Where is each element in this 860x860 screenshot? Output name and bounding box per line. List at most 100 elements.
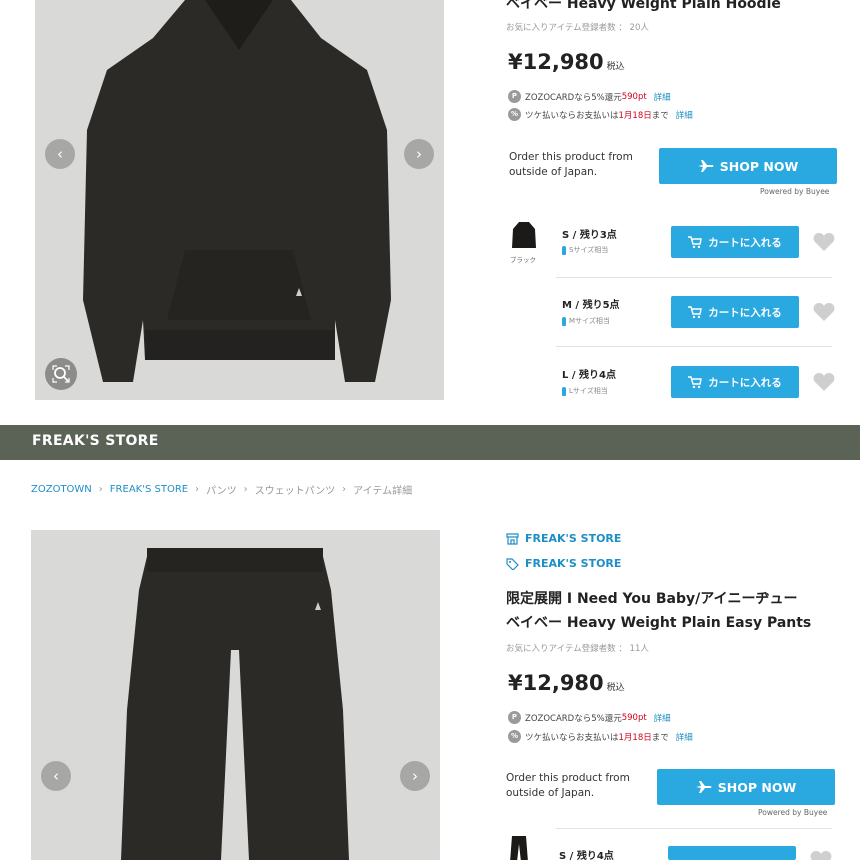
tsuke-promo: % ツケ払いならお支払いは 1月18日 まで 詳細 — [508, 730, 693, 743]
breadcrumb-item[interactable]: スウェットパンツ — [255, 482, 336, 497]
color-thumbnail-black[interactable] — [506, 834, 532, 860]
tsuke-date: 1月18日 — [618, 110, 652, 121]
row-divider — [556, 277, 832, 278]
size-equivalent-s: Sサイズ相当 — [562, 245, 608, 255]
shop-now-button[interactable]: SHOP NOW — [657, 769, 835, 805]
shop-now-button[interactable]: SHOP NOW — [659, 148, 837, 184]
size-label-s: S / 残り4点 — [559, 851, 614, 860]
store-banner[interactable]: FREAK'S STORE — [0, 425, 860, 460]
tax-label: 税込 — [606, 683, 625, 693]
product-image-pants[interactable]: ‹ › — [31, 530, 440, 860]
color-name: ブラック — [510, 256, 536, 264]
size-label-s: S / 残り3点 — [562, 230, 617, 241]
next-image-button[interactable]: › — [400, 761, 430, 791]
tsuke-promo: % ツケ払いならお支払いは 1月18日 まで 詳細 — [508, 108, 693, 121]
add-to-cart-label: カートに入れる — [708, 376, 782, 389]
zoom-button[interactable] — [45, 358, 77, 390]
size-equivalent-text: Lサイズ相当 — [569, 387, 608, 395]
breadcrumb-item[interactable]: FREAK'S STORE — [110, 484, 188, 495]
product-title-line-1: 限定展開 I Need You Baby/アイニーヂュー — [506, 591, 798, 607]
add-to-cart-button-m[interactable]: カートに入れる — [671, 296, 799, 328]
cart-icon — [688, 235, 703, 248]
tsuke-detail-link[interactable]: 詳細 — [676, 731, 693, 743]
previous-image-button[interactable]: ‹ — [41, 761, 71, 791]
cart-icon — [688, 305, 703, 318]
promo-text: ZOZOCARDなら5%還元 — [525, 713, 622, 724]
shop-now-label: SHOP NOW — [719, 158, 799, 174]
price: ¥12,980 税込 — [508, 671, 625, 695]
pants-photo — [121, 548, 349, 860]
row-divider — [556, 346, 832, 347]
brand-name: FREAK'S STORE — [525, 557, 622, 570]
tax-label: 税込 — [606, 62, 625, 72]
store-banner-title: FREAK'S STORE — [32, 433, 159, 449]
tsuke-text: ツケ払いならお支払いは — [525, 110, 619, 121]
size-equivalent-m: Mサイズ相当 — [562, 316, 610, 326]
shop-link[interactable]: FREAK'S STORE — [506, 532, 621, 545]
breadcrumb-current: アイテム詳細 — [353, 486, 413, 497]
favorite-count: お気に入りアイテム登録者数 ： 11人 — [506, 644, 649, 654]
tsuke-text: ツケ払いならお支払いは — [525, 732, 619, 743]
favorite-heart-icon[interactable] — [810, 850, 832, 860]
promo-text: ZOZOCARDなら5%還元 — [525, 92, 622, 103]
chevron-right-icon: › — [342, 484, 347, 495]
cart-icon — [688, 375, 703, 388]
breadcrumb: ZOZOTOWN › FREAK'S STORE › パンツ › スウェットパン… — [31, 482, 412, 497]
tsuke-suffix: まで — [651, 732, 669, 743]
breadcrumb-item[interactable]: パンツ — [206, 482, 237, 497]
zozocard-promo: P ZOZOCARDなら5%還元 590pt 詳細 — [508, 90, 671, 103]
size-label-m: M / 残り5点 — [562, 300, 620, 311]
zozocard-promo: P ZOZOCARDなら5%還元 590pt 詳細 — [508, 711, 671, 724]
tsuke-detail-link[interactable]: 詳細 — [676, 109, 693, 121]
brand-link[interactable]: FREAK'S STORE — [506, 557, 621, 570]
chevron-right-icon: › — [243, 484, 248, 495]
chevron-right-icon: › — [98, 484, 103, 495]
person-icon — [562, 316, 566, 326]
promo-points: 590pt — [621, 91, 647, 102]
promo-detail-link[interactable]: 詳細 — [654, 91, 671, 103]
shop-icon — [506, 532, 519, 545]
previous-image-button[interactable]: ‹ — [45, 139, 75, 169]
person-icon — [562, 245, 566, 255]
percent-icon: % — [508, 730, 521, 743]
promo-detail-link[interactable]: 詳細 — [654, 712, 671, 724]
size-equivalent-l: Lサイズ相当 — [562, 386, 608, 396]
favorite-count: お気に入りアイテム登録者数 ： 20人 — [506, 23, 649, 33]
airplane-icon — [697, 160, 714, 172]
size-equivalent-text: Sサイズ相当 — [569, 246, 609, 254]
product-title: ベイベー Heavy Weight Plain Hoodie — [506, 0, 781, 12]
point-icon: P — [508, 90, 521, 103]
chevron-right-icon: › — [195, 484, 200, 495]
airplane-icon — [695, 781, 712, 793]
breadcrumb-item[interactable]: ZOZOTOWN — [31, 484, 92, 495]
tsuke-date: 1月18日 — [618, 732, 652, 743]
order-abroad-text: Order this product from outside of Japan… — [506, 772, 630, 799]
tag-icon — [506, 557, 519, 570]
product-title: 限定展開 I Need You Baby/アイニーヂュー ベイベー Heavy … — [506, 587, 846, 635]
add-to-cart-label: カートに入れる — [708, 306, 782, 319]
percent-icon: % — [508, 108, 521, 121]
powered-by-buyee: Powered by Buyee — [758, 808, 828, 817]
add-to-cart-button-s[interactable] — [668, 846, 796, 860]
price-value: ¥12,980 — [508, 50, 604, 74]
shop-now-label: SHOP NOW — [717, 779, 797, 795]
favorite-heart-icon[interactable] — [813, 232, 835, 252]
person-icon — [562, 386, 566, 396]
price-value: ¥12,980 — [508, 671, 604, 695]
promo-points: 590pt — [621, 712, 647, 723]
product-image-hoodie[interactable]: ‹ › — [35, 0, 444, 400]
product-title-line-2: ベイベー Heavy Weight Plain Easy Pants — [506, 615, 812, 631]
point-icon: P — [508, 711, 521, 724]
next-image-button[interactable]: › — [404, 139, 434, 169]
favorite-heart-icon[interactable] — [813, 372, 835, 392]
zoom-icon — [52, 365, 70, 383]
add-to-cart-button-l[interactable]: カートに入れる — [671, 366, 799, 398]
add-to-cart-button-s[interactable]: カートに入れる — [671, 226, 799, 258]
size-equivalent-text: Mサイズ相当 — [569, 317, 610, 325]
size-label-l: L / 残り4点 — [562, 370, 616, 381]
color-thumbnail-black[interactable] — [510, 220, 538, 252]
order-abroad-text: Order this product from outside of Japan… — [509, 151, 633, 178]
favorite-heart-icon[interactable] — [813, 302, 835, 322]
tsuke-suffix: まで — [651, 110, 669, 121]
price: ¥12,980 税込 — [508, 50, 625, 74]
